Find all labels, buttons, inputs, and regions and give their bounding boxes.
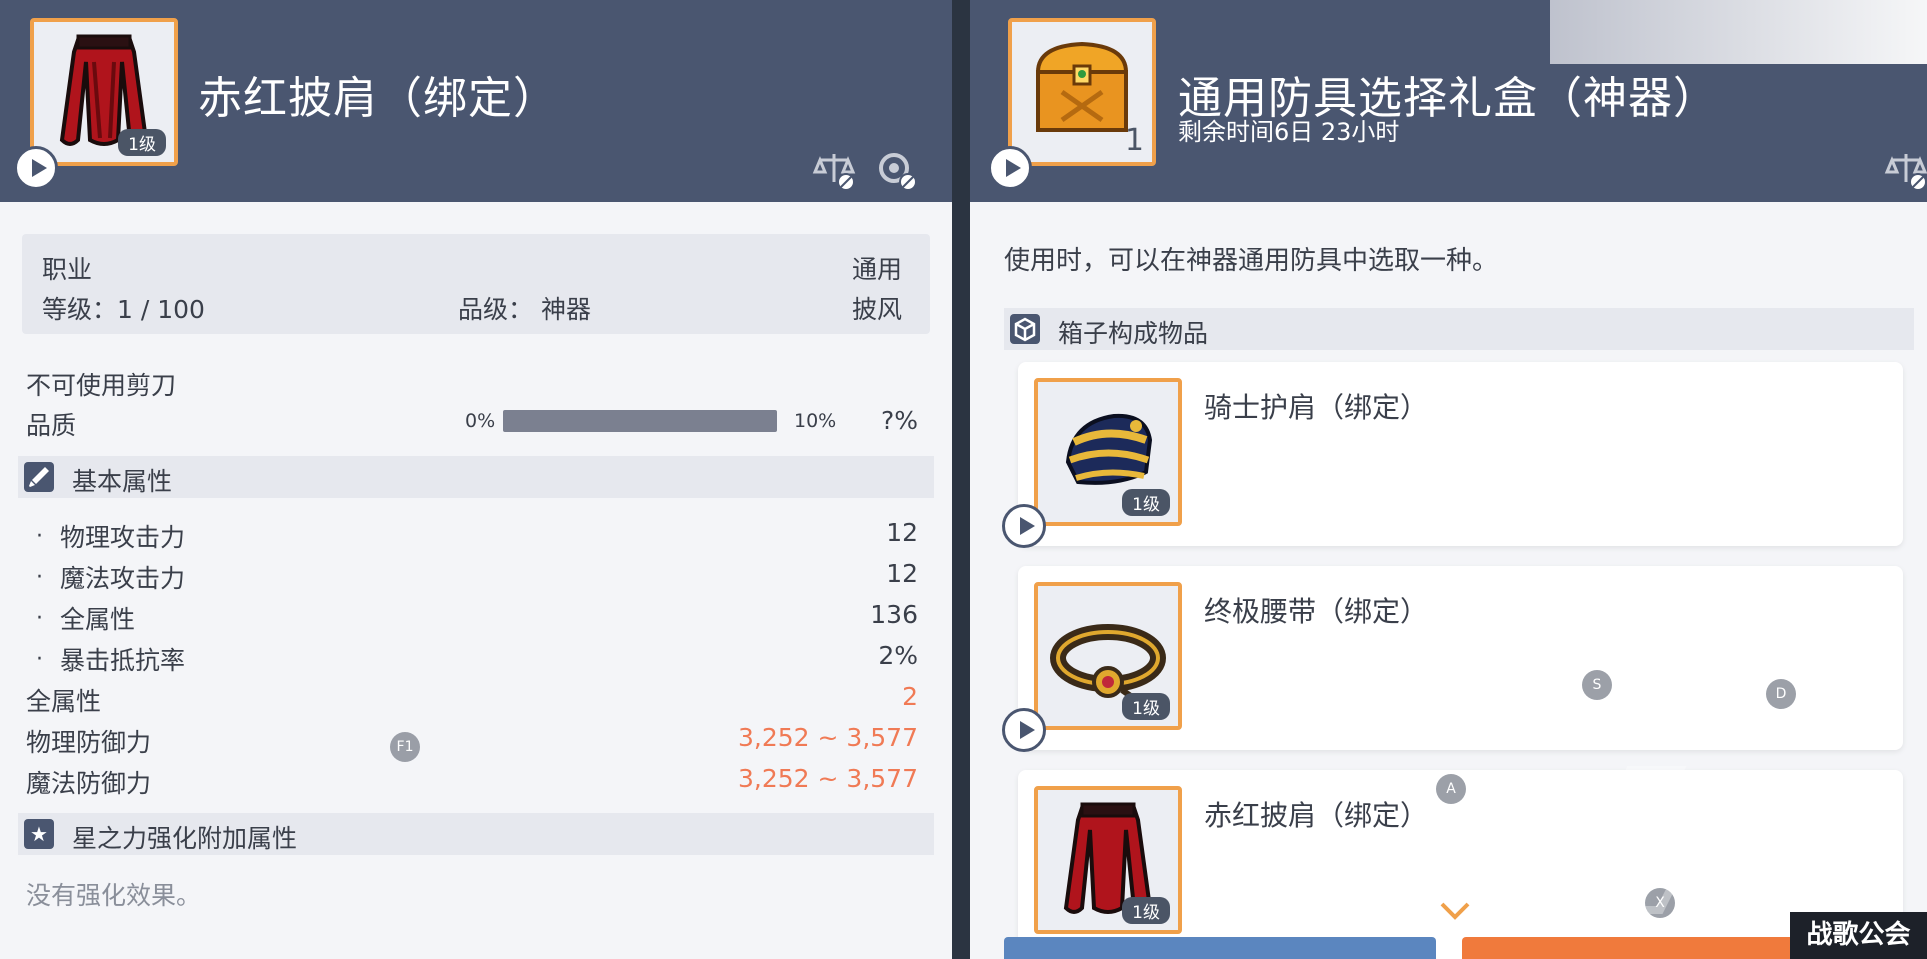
item-name: 赤红披肩（绑定） — [198, 73, 558, 124]
play-button[interactable] — [988, 146, 1032, 190]
scissors-text: 不可使用剪刀 — [26, 371, 177, 400]
basic-attributes-title: 基本属性 — [72, 467, 173, 496]
f1-key-hint: F1 — [390, 732, 420, 762]
watermark-text: 战歌公会 — [1790, 912, 1927, 959]
a-key-hint: A — [1436, 774, 1466, 804]
no-enhance-text: 没有强化效果。 — [26, 881, 202, 910]
content-item-icon-frame: 1级 — [1034, 582, 1182, 730]
item-tooltip-panel: 1级 赤红披肩（绑定） 职业 通用 等级：1 / 100 品级： 神器 披风 不… — [0, 0, 952, 959]
trade-scale-icon — [812, 154, 856, 191]
grade-text: 品级： 神器 — [458, 295, 591, 324]
star-icon: ★ — [24, 819, 54, 849]
box-contents-section: 箱子构成物品 — [1004, 308, 1914, 350]
content-item-name: 骑士护肩（绑定） — [1204, 391, 1429, 424]
play-button[interactable] — [1002, 708, 1046, 752]
stat-label: 物理攻击力 — [60, 523, 186, 552]
type-value: 披风 — [851, 295, 902, 324]
star-force-section: ★ 星之力强化附加属性 — [18, 813, 934, 855]
blurred-corner — [1550, 0, 1927, 64]
box-count: 1 — [1124, 123, 1144, 158]
content-item-icon-frame: 1级 — [1034, 378, 1182, 526]
extra-stat-value: 3,252 ~ 3,577 — [738, 723, 918, 752]
play-button[interactable] — [1002, 504, 1046, 548]
star-force-title: 星之力强化附加属性 — [72, 824, 298, 853]
stat-label: 魔法攻击力 — [60, 564, 186, 593]
content-item-level: 1级 — [1122, 693, 1170, 720]
panel-divider — [952, 0, 970, 959]
stat-bullet: · — [36, 565, 43, 590]
quality-min-label: 0% — [465, 410, 496, 432]
content-item-icon-frame: 1级 — [1034, 786, 1182, 934]
remaining-time: 剩余时间6日 23小时 — [1178, 118, 1400, 146]
watermark-logo-icon — [1563, 766, 1880, 914]
quality-max-label: 10% — [794, 410, 837, 432]
extra-stat-label: 魔法防御力 — [26, 769, 152, 798]
s-key-hint: S — [1582, 670, 1612, 700]
stat-label: 暴击抵抗率 — [60, 646, 186, 675]
d-key-hint: D — [1766, 679, 1796, 709]
quality-bar — [503, 410, 777, 432]
sword-icon — [24, 462, 54, 492]
job-label: 职业 — [42, 255, 93, 284]
extra-stat-label: 全属性 — [26, 687, 102, 716]
item-header: 1级 赤红披肩（绑定） — [0, 0, 952, 202]
stat-value: 12 — [886, 559, 918, 588]
item-icon-frame[interactable]: 1级 — [30, 18, 178, 166]
stat-bullet: · — [36, 606, 43, 631]
stat-bullet: · — [36, 524, 43, 549]
confirm-button[interactable] — [1004, 937, 1436, 959]
quality-label: 品质 — [26, 411, 77, 440]
quality-value: ?% — [880, 406, 918, 435]
stat-value: 136 — [870, 600, 918, 629]
content-item-level: 1级 — [1122, 897, 1170, 924]
box-icon-frame[interactable]: 1 — [1008, 18, 1156, 166]
play-button[interactable] — [14, 146, 58, 190]
box-contents-title: 箱子构成物品 — [1058, 319, 1209, 348]
extra-stat-value: 2 — [902, 682, 918, 711]
stat-bullet: · — [36, 647, 43, 672]
content-item-name: 赤红披肩（绑定） — [1204, 799, 1429, 832]
content-item-card[interactable]: 1级 骑士护肩（绑定） — [1002, 362, 1903, 548]
stat-value: 2% — [878, 641, 918, 670]
trade-scale-icon — [1884, 154, 1927, 191]
extra-stat-value: 3,252 ~ 3,577 — [738, 764, 918, 793]
no-transfer-icon — [879, 153, 917, 191]
basic-attributes-section: 基本属性 — [18, 456, 934, 498]
content-item-level: 1级 — [1122, 489, 1170, 516]
content-item-name: 终极腰带（绑定） — [1204, 595, 1429, 628]
chevron-down-icon[interactable] — [1438, 900, 1472, 922]
box-icon — [1010, 314, 1040, 344]
content-item-card[interactable]: 1级 终极腰带（绑定） — [1002, 566, 1903, 752]
screen: 1级 赤红披肩（绑定） 职业 通用 等级：1 / 100 品级： 神器 披风 不… — [0, 0, 1927, 959]
extra-stat-label: 物理防御力 — [26, 728, 152, 757]
box-description: 使用时，可以在神器通用防具中选取一种。 — [1004, 246, 1499, 276]
job-value: 通用 — [851, 255, 902, 284]
stat-label: 全属性 — [60, 605, 136, 634]
item-level-tag: 1级 — [118, 129, 166, 156]
stat-value: 12 — [886, 518, 918, 547]
level-text: 等级：1 / 100 — [42, 295, 205, 324]
